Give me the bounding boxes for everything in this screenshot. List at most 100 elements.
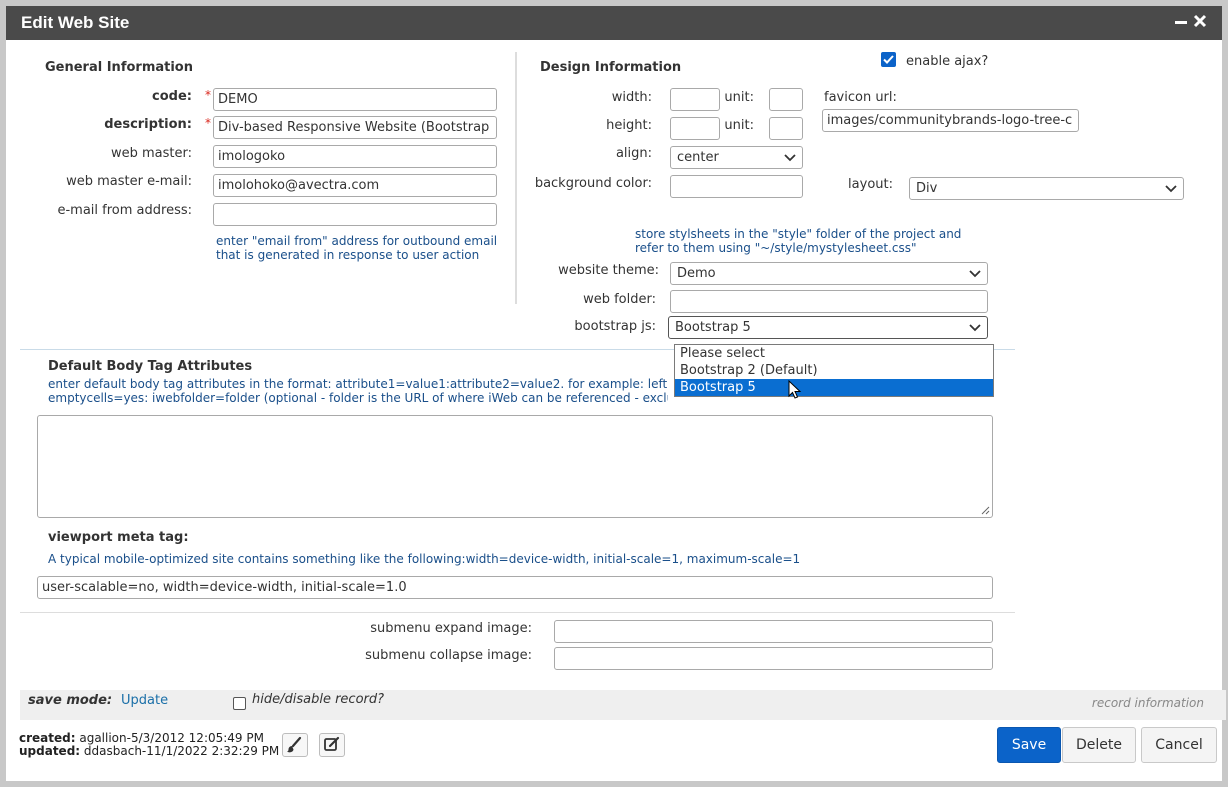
minimize-icon[interactable] [1174, 12, 1188, 35]
width-unit-label: unit: [724, 90, 754, 105]
website-theme-value: Demo [677, 266, 716, 281]
edit-icon [324, 736, 340, 751]
email-from-label: e-mail from address: [57, 203, 192, 218]
required-marker: * [205, 116, 211, 130]
email-from-help-line-1: enter "email from" address for outbound … [216, 234, 498, 248]
section-divider-horizontal [20, 612, 1015, 613]
background-color-input[interactable] [670, 175, 803, 198]
body-tag-help: enter default body tag attributes in the… [48, 377, 668, 405]
code-label: code: [152, 89, 192, 104]
section-divider [515, 52, 517, 304]
created-label: created: [19, 731, 76, 745]
description-input[interactable]: Div-based Responsive Website (Bootstrap [213, 116, 497, 139]
webmaster-input-value: imologoko [218, 149, 286, 164]
bootstrap-js-label: bootstrap js: [574, 319, 656, 334]
code-input-value: DEMO [218, 92, 258, 107]
code-label-text: code: [152, 89, 192, 104]
design-information-heading: Design Information [540, 60, 682, 75]
web-folder-label: web folder: [583, 292, 656, 307]
mouse-cursor-icon [788, 380, 802, 399]
viewport-input[interactable]: user-scalable=no, width=device-width, in… [37, 576, 993, 599]
hide-record-checkbox[interactable] [233, 697, 246, 710]
submenu-expand-label: submenu expand image: [370, 621, 532, 636]
description-label-text: description: [104, 117, 192, 132]
align-select[interactable]: center [670, 146, 803, 169]
general-information-heading: General Information [45, 60, 193, 75]
width-unit-input[interactable] [769, 88, 803, 111]
audit-info: created: agallion-5/3/2012 12:05:49 PM u… [19, 732, 279, 758]
dropdown-option[interactable]: Please select [675, 345, 993, 362]
chevron-down-icon [784, 154, 796, 162]
height-input[interactable] [670, 117, 720, 140]
delete-button[interactable]: Delete [1062, 727, 1136, 763]
chevron-down-icon [969, 324, 981, 332]
body-tag-help-line-1: enter default body tag attributes in the… [48, 377, 668, 391]
hide-record-label: hide/disable record? [252, 692, 385, 707]
edit-button[interactable] [319, 733, 345, 757]
save-mode-label: save mode: [28, 693, 113, 708]
align-label: align: [615, 146, 652, 161]
favicon-input[interactable]: images/communitybrands-logo-tree-c [822, 109, 1079, 132]
required-marker: * [205, 88, 211, 102]
updated-label: updated: [19, 744, 81, 758]
dialog-titlebar: Edit Web Site [6, 6, 1222, 40]
submenu-collapse-label: submenu collapse image: [365, 648, 532, 663]
height-label: height: [606, 118, 652, 133]
description-label: description: [104, 117, 192, 132]
website-theme-select[interactable]: Demo [670, 262, 988, 285]
viewport-help: A typical mobile-optimized site contains… [48, 552, 801, 566]
favicon-input-value: images/communitybrands-logo-tree-c [827, 113, 1073, 128]
chevron-down-icon [969, 270, 981, 278]
record-information-link[interactable]: record information [1092, 696, 1204, 710]
layout-label: layout: [848, 177, 893, 192]
code-input[interactable]: DEMO [213, 88, 497, 111]
body-tag-heading: Default Body Tag Attributes [48, 359, 253, 374]
webmaster-input[interactable]: imologoko [213, 145, 497, 168]
favicon-label: favicon url: [824, 90, 897, 105]
dropdown-option-selected[interactable]: Bootstrap 5 [675, 379, 993, 396]
width-input[interactable] [670, 88, 720, 111]
stylesheet-help-line-2: refer to them using "~/style/mystyleshee… [635, 241, 917, 255]
webmaster-email-label: web master e-mail: [66, 174, 192, 189]
checkmark-icon [883, 55, 894, 64]
submenu-expand-input[interactable] [554, 620, 993, 643]
layout-select[interactable]: Div [909, 177, 1184, 200]
viewport-heading: viewport meta tag: [48, 530, 189, 545]
created-value: agallion-5/3/2012 12:05:49 PM [79, 731, 264, 745]
height-unit-input[interactable] [769, 117, 803, 140]
cancel-button[interactable]: Cancel [1141, 727, 1217, 763]
resize-handle-icon[interactable] [980, 505, 990, 515]
layout-select-value: Div [916, 181, 938, 196]
stylesheet-help: store stylsheets in the "style" folder o… [635, 227, 961, 255]
close-icon[interactable] [1193, 12, 1207, 35]
save-mode-bar [20, 690, 1226, 720]
paintbrush-icon [287, 736, 302, 753]
bootstrap-js-dropdown-list: Please select Bootstrap 2 (Default) Boot… [674, 344, 994, 397]
width-label: width: [611, 90, 652, 105]
email-from-input[interactable] [213, 203, 497, 226]
webmaster-email-input[interactable]: imolohoko@avectra.com [213, 174, 497, 197]
submenu-collapse-input[interactable] [554, 647, 993, 670]
save-button[interactable]: Save [997, 727, 1061, 763]
description-input-value: Div-based Responsive Website (Bootstrap [218, 120, 490, 135]
enable-ajax-label: enable ajax? [906, 54, 989, 69]
webmaster-label: web master: [110, 146, 192, 161]
dialog-title: Edit Web Site [21, 13, 130, 32]
bootstrap-js-select[interactable]: Bootstrap 5 [668, 316, 988, 339]
body-tag-help-line-2: emptycells=yes: iwebfolder=folder (optio… [48, 391, 668, 405]
dropdown-option[interactable]: Bootstrap 2 (Default) [675, 362, 993, 379]
chevron-down-icon [1165, 185, 1177, 193]
viewport-input-value: user-scalable=no, width=device-width, in… [42, 580, 407, 595]
save-mode-value[interactable]: Update [121, 693, 168, 708]
paintbrush-button[interactable] [282, 733, 308, 757]
web-folder-input[interactable] [670, 290, 988, 313]
body-tag-textarea[interactable] [37, 415, 993, 518]
webmaster-email-value: imolohoko@avectra.com [218, 178, 380, 193]
enable-ajax-checkbox[interactable] [881, 52, 896, 67]
bootstrap-js-value: Bootstrap 5 [675, 320, 751, 335]
email-from-help: enter "email from" address for outbound … [216, 234, 497, 262]
height-unit-label: unit: [724, 118, 754, 133]
background-color-label: background color: [534, 176, 652, 191]
website-theme-label: website theme: [558, 263, 659, 278]
stylesheet-help-line-1: store stylsheets in the "style" folder o… [635, 227, 962, 241]
